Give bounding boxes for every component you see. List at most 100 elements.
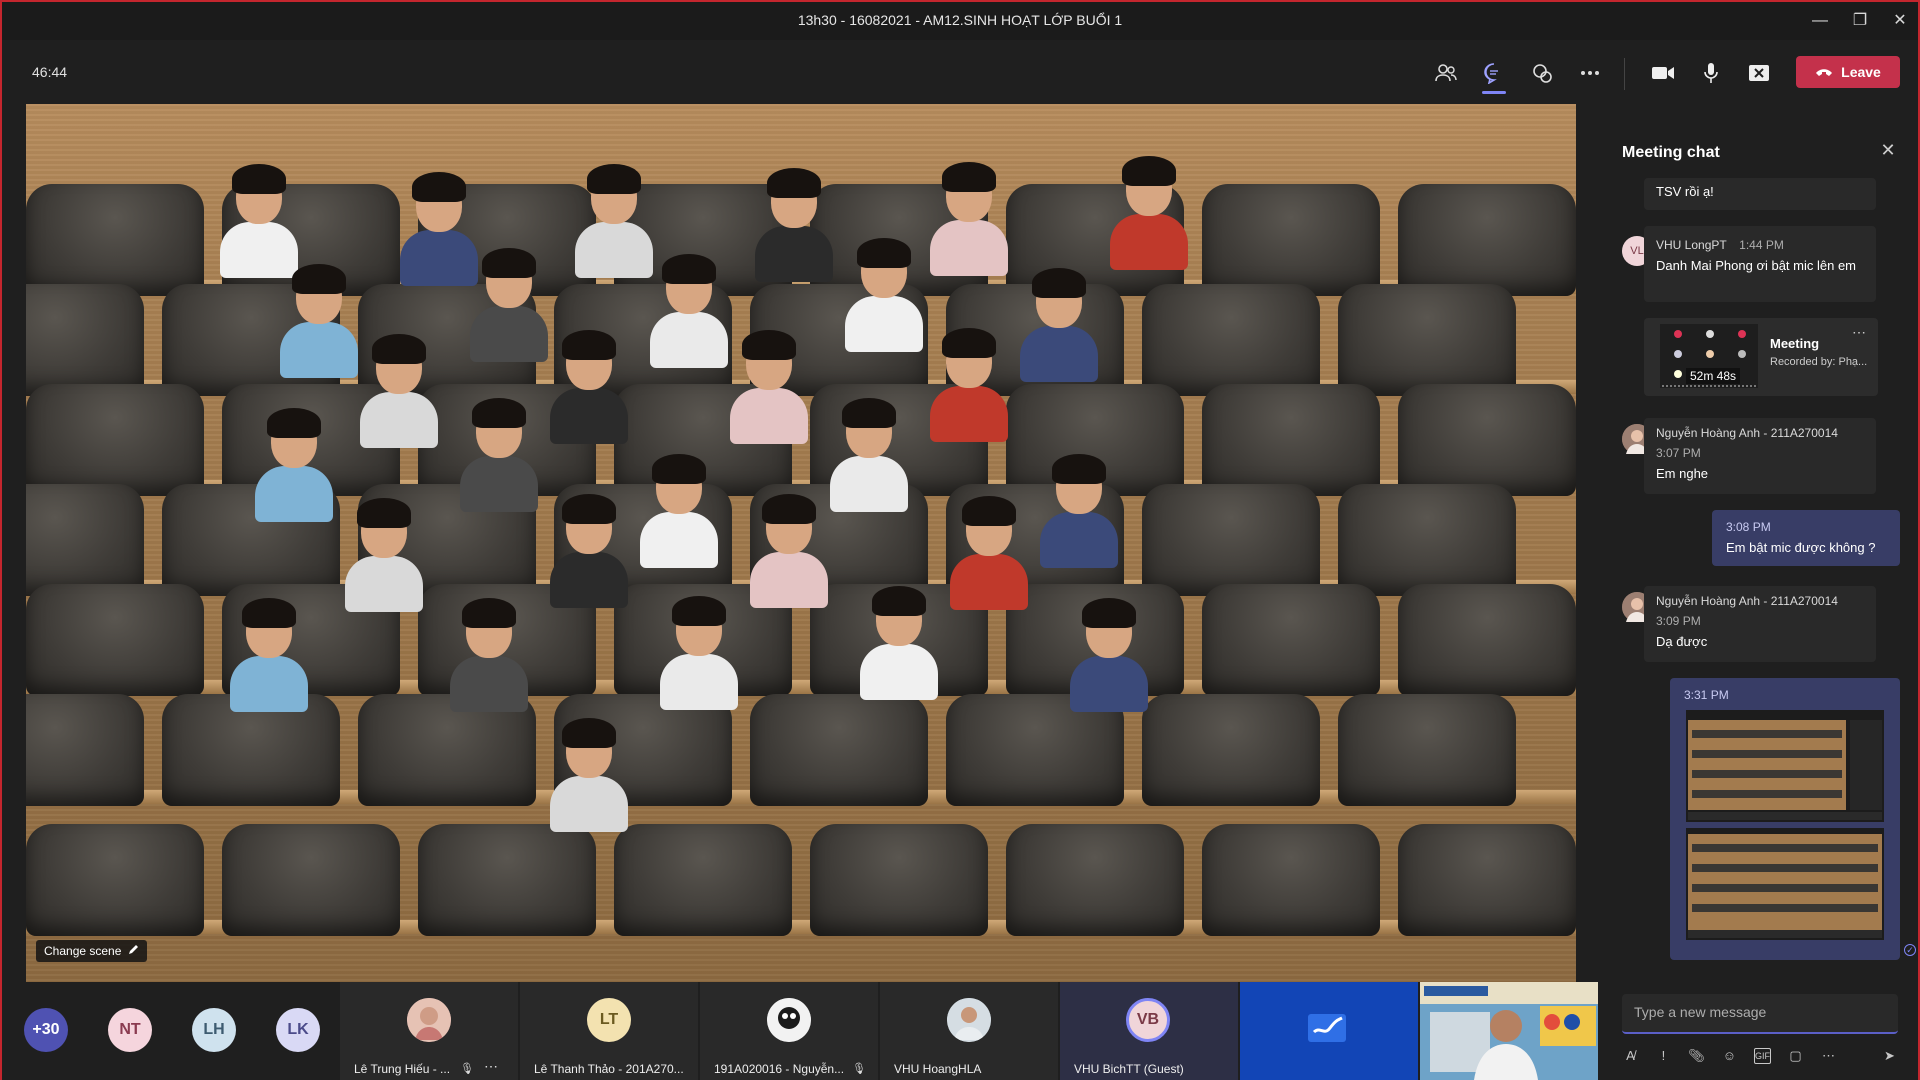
- hair: [942, 328, 996, 358]
- participant-tile[interactable]: VB VHU BichTT (Guest): [1060, 982, 1238, 1080]
- hair: [412, 172, 466, 202]
- hair: [462, 598, 516, 628]
- participant-video-cutout: [456, 398, 542, 512]
- message-text: Em nghe: [1656, 466, 1709, 481]
- change-scene-button[interactable]: Change scene: [36, 940, 148, 962]
- participant-video-cutout: [926, 328, 1012, 442]
- send-icon[interactable]: ➤: [1881, 1047, 1898, 1065]
- participant-avatar-lh[interactable]: LH: [192, 1008, 236, 1052]
- mic-off-icon: 🎙︎: [460, 1063, 474, 1075]
- participant-video-tile[interactable]: [1420, 982, 1598, 1080]
- participant-tile[interactable]: Lê Trung Hiếu - ... 🎙︎ ⋯: [340, 982, 518, 1080]
- screenshot-image[interactable]: [1686, 710, 1884, 822]
- hair: [872, 586, 926, 616]
- hair: [232, 164, 286, 194]
- together-mode-stage: Change scene: [26, 104, 1576, 982]
- participant-video-cutout: [546, 330, 632, 444]
- sticker-icon[interactable]: ▢: [1787, 1047, 1804, 1065]
- participant-video-cutout: [856, 586, 942, 700]
- participant-tile[interactable]: 191A020016 - Nguyễn... 🎙︎: [700, 982, 878, 1080]
- close-icon[interactable]: ✕: [1878, 140, 1898, 160]
- auditorium-seat: [1398, 384, 1576, 496]
- participant-video-cutout: [276, 264, 362, 378]
- hair: [1052, 454, 1106, 484]
- participant-photo: [947, 998, 991, 1042]
- participant-video-cutout: [826, 398, 912, 512]
- participant-video-cutout: [546, 718, 632, 832]
- participant-video-cutout: [636, 454, 722, 568]
- auditorium-seat: [1142, 694, 1320, 806]
- auditorium-seat: [750, 694, 928, 806]
- hair: [767, 168, 821, 198]
- message-time: 1:44 PM: [1739, 238, 1784, 252]
- hair: [292, 264, 346, 294]
- whiteboard-icon: [1306, 1010, 1350, 1051]
- message-time: 3:07 PM: [1656, 446, 1701, 460]
- participant-video-cutout: [466, 248, 552, 362]
- overflow-participants-button[interactable]: +30: [24, 1008, 68, 1052]
- people-icon[interactable]: [1431, 58, 1461, 88]
- participant-avatar-nt[interactable]: NT: [108, 1008, 152, 1052]
- auditorium-seat: [26, 824, 204, 936]
- chat-title: Meeting chat: [1622, 144, 1720, 161]
- participant-name: 191A020016 - Nguyễn...: [714, 1062, 845, 1076]
- recording-duration: 52m 48s: [1686, 368, 1741, 384]
- gif-icon[interactable]: GIF: [1753, 1048, 1772, 1064]
- message-time: 3:08 PM: [1726, 520, 1771, 534]
- hair: [587, 164, 641, 194]
- format-icon[interactable]: A̸: [1622, 1047, 1639, 1065]
- message-text: TSV rồi ạ!: [1656, 184, 1714, 199]
- participant-video-cutout: [1106, 156, 1192, 270]
- toolbar-separator: [1624, 58, 1625, 90]
- hair: [762, 494, 816, 524]
- chat-message: Nguyễn Hoàng Anh - 211A270014 3:07 PM Em…: [1644, 418, 1876, 494]
- participant-video-cutout: [751, 168, 837, 282]
- hair: [357, 498, 411, 528]
- hair: [742, 330, 796, 360]
- auditorium-seat: [1338, 284, 1516, 396]
- more-icon[interactable]: ⋯: [484, 1058, 498, 1075]
- message-composer[interactable]: Type a new message: [1622, 994, 1898, 1034]
- participant-name: VHU BichTT (Guest): [1074, 1062, 1184, 1076]
- torso: [575, 222, 653, 278]
- participant-avatar-lk[interactable]: LK: [276, 1008, 320, 1052]
- microphone-icon[interactable]: [1696, 58, 1726, 88]
- hair: [842, 398, 896, 428]
- minimize-icon[interactable]: —: [1802, 8, 1838, 34]
- more-icon[interactable]: ⋯: [1852, 324, 1866, 341]
- torso: [1070, 656, 1148, 712]
- message-text: Em bật mic được không ?: [1726, 540, 1876, 555]
- torso: [360, 392, 438, 448]
- reactions-icon[interactable]: [1527, 58, 1557, 88]
- participant-video-cutout: [341, 498, 427, 612]
- message-author: VHU LongPT: [1656, 238, 1727, 252]
- participant-video-cutout: [251, 408, 337, 522]
- screenshot-image[interactable]: [1686, 828, 1884, 940]
- close-icon[interactable]: ✕: [1882, 8, 1918, 34]
- torso: [550, 776, 628, 832]
- participant-video-cutout: [446, 598, 532, 712]
- leave-button[interactable]: Leave: [1796, 56, 1900, 88]
- more-icon[interactable]: [1575, 58, 1605, 88]
- important-icon[interactable]: !: [1655, 1047, 1672, 1065]
- more-icon[interactable]: ⋯: [1820, 1047, 1837, 1065]
- hair: [242, 598, 296, 628]
- message-input-placeholder: Type a new message: [1634, 1004, 1767, 1020]
- participant-video-cutout: [571, 164, 657, 278]
- hair: [562, 494, 616, 524]
- emoji-icon[interactable]: ☺: [1721, 1047, 1738, 1065]
- attach-icon[interactable]: 📎︎: [1688, 1047, 1705, 1065]
- restore-icon[interactable]: ❐: [1842, 8, 1878, 34]
- torso: [280, 322, 358, 378]
- chat-icon[interactable]: [1479, 58, 1509, 94]
- auditorium-seat: [1338, 694, 1516, 806]
- participant-tile[interactable]: LT Lê Thanh Thảo - 201A270...: [520, 982, 698, 1080]
- mic-off-icon: 🎙︎: [852, 1063, 866, 1075]
- camera-icon[interactable]: [1648, 58, 1678, 88]
- recording-card[interactable]: 52m 48s Meeting Recorded by: Phạ... ⋯: [1644, 318, 1878, 396]
- phone-hangup-icon: [1815, 64, 1833, 80]
- whiteboard-tile[interactable]: [1240, 982, 1418, 1080]
- share-tray-icon[interactable]: [1744, 58, 1774, 88]
- participant-tile[interactable]: VHU HoangHLA: [880, 982, 1058, 1080]
- participant-video-cutout: [1016, 268, 1102, 382]
